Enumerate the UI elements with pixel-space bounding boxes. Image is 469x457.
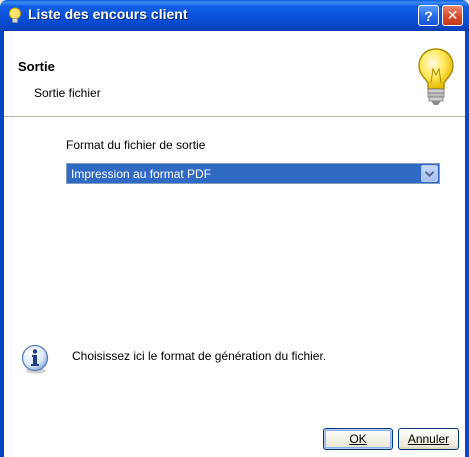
ok-button-label: OK xyxy=(349,432,367,446)
lightbulb-icon xyxy=(9,7,21,23)
title-bar[interactable]: Liste des encours client ? ✕ xyxy=(0,0,469,31)
close-button[interactable]: ✕ xyxy=(442,5,463,26)
dialog-window: Liste des encours client ? ✕ Sortie Sort… xyxy=(0,0,469,457)
format-select-value: Impression au format PDF xyxy=(71,167,212,181)
header-title: Sortie xyxy=(18,59,55,74)
help-button[interactable]: ? xyxy=(418,5,439,26)
lightbulb-icon xyxy=(418,48,454,105)
header-subtitle: Sortie fichier xyxy=(34,86,101,100)
window-frame-right xyxy=(465,31,469,457)
wizard-header: Sortie Sortie fichier xyxy=(4,31,465,117)
help-icon: ? xyxy=(424,7,433,24)
info-icon xyxy=(21,344,49,374)
info-message: Choisissez ici le format de génération d… xyxy=(72,349,327,363)
ok-button[interactable]: OK xyxy=(323,428,393,450)
window-title: Liste des encours client xyxy=(28,6,188,22)
dropdown-arrow-icon[interactable] xyxy=(421,165,438,182)
format-label: Format du fichier de sortie xyxy=(66,138,206,152)
cancel-button[interactable]: Annuler xyxy=(398,428,459,450)
cancel-button-label: Annuler xyxy=(407,432,450,446)
close-icon: ✕ xyxy=(446,7,459,23)
format-select[interactable]: Impression au format PDF xyxy=(66,163,440,184)
chevron-down-icon xyxy=(425,170,434,177)
